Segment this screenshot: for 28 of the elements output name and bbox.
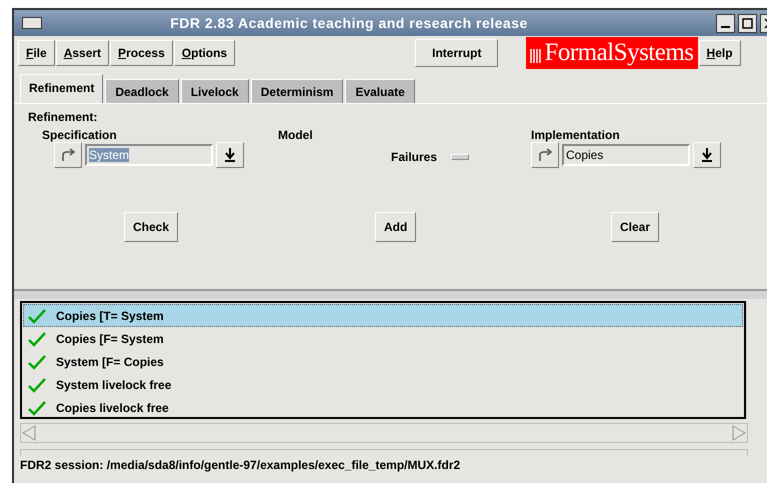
specification-label: Specification <box>42 128 117 142</box>
tab[interactable]: Evaluate <box>345 79 415 103</box>
tab[interactable]: Livelock <box>180 79 249 103</box>
logo: FormalSystems <box>526 37 698 69</box>
result-item[interactable]: Copies livelock free <box>23 396 743 419</box>
model-label: Model <box>278 128 313 142</box>
result-item[interactable]: Copies [F= System <box>23 327 743 350</box>
window-title: FDR 2.83 Academic teaching and research release <box>169 15 529 31</box>
action-button[interactable]: Check <box>124 212 178 242</box>
result-item[interactable]: System [F= Copies <box>23 350 743 373</box>
action-button[interactable]: Add <box>375 212 416 242</box>
interrupt-button[interactable]: Interrupt <box>415 39 498 67</box>
section-heading: Refinement: <box>28 110 98 124</box>
tab[interactable]: Deadlock <box>105 79 179 103</box>
model-value: Failures <box>391 150 438 164</box>
help-menu-button[interactable]: Help <box>698 40 741 66</box>
menu-button[interactable]: Assert <box>56 40 110 66</box>
result-item[interactable]: System livelock free <box>23 373 743 396</box>
menu-button[interactable]: Options <box>174 40 236 66</box>
menu-button[interactable]: Process <box>110 40 173 66</box>
tab[interactable]: Refinement <box>20 74 104 103</box>
action-button[interactable]: Clear <box>611 212 660 242</box>
menu-button[interactable]: File <box>18 40 55 66</box>
status-text: FDR2 session: /media/sda8/info/gentle-97/examples/exec_file_temp/MUX.fdr2 <box>20 458 462 472</box>
result-item[interactable]: Copies [T= System <box>23 304 743 327</box>
implementation-label: Implementation <box>531 128 620 142</box>
tab[interactable]: Determinism <box>250 79 344 103</box>
process-field[interactable]: Copies <box>562 144 690 166</box>
